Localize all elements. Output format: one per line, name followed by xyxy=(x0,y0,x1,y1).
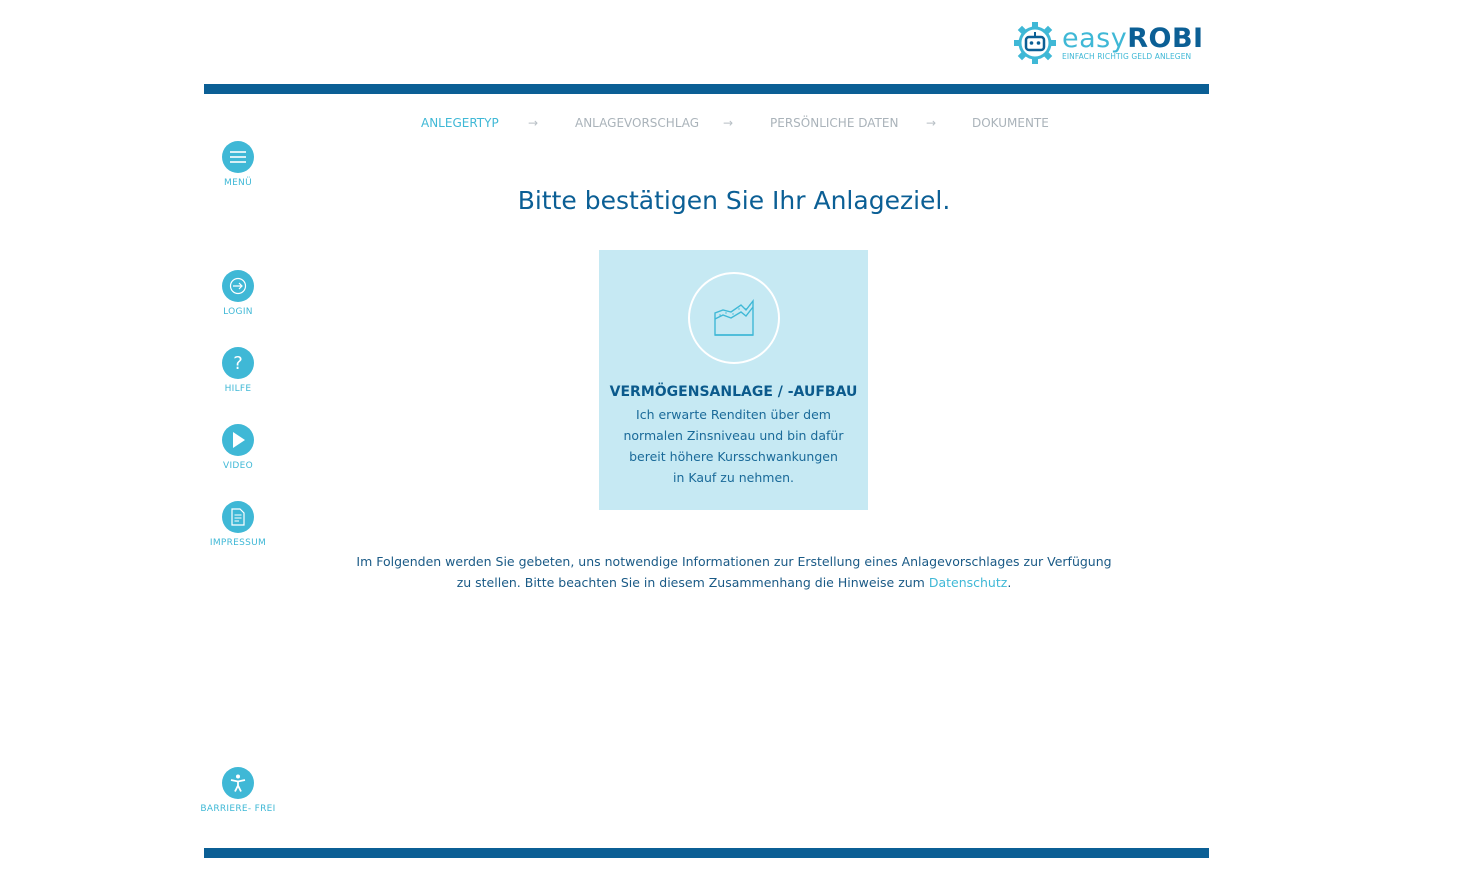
logo[interactable]: easyROBI EINFACH RICHTIG GELD ANLEGEN xyxy=(1012,20,1204,66)
step-anlagevorschlag: ANLAGEVORSCHLAG xyxy=(575,116,700,130)
imprint-button[interactable]: IMPRESSUM xyxy=(198,501,278,548)
growth-chart-icon xyxy=(713,299,754,336)
document-icon xyxy=(222,501,254,533)
info-end: . xyxy=(1007,575,1012,590)
login-icon xyxy=(222,270,254,302)
hamburger-icon xyxy=(222,141,254,173)
login-label: LOGIN xyxy=(223,307,253,317)
step-persoenliche-daten: PERSÖNLICHE DATEN xyxy=(770,116,899,130)
step-dokumente: DOKUMENTE xyxy=(972,116,1049,130)
logo-tagline: EINFACH RICHTIG GELD ANLEGEN xyxy=(1062,52,1192,61)
accessibility-icon xyxy=(222,767,254,799)
play-icon xyxy=(222,424,254,456)
imprint-label: IMPRESSUM xyxy=(209,538,267,548)
robot-gear-icon xyxy=(1014,22,1056,64)
question-glyph: ? xyxy=(233,352,243,374)
video-button[interactable]: VIDEO xyxy=(198,424,278,471)
privacy-link[interactable]: Datenschutz xyxy=(929,575,1008,590)
top-bar xyxy=(204,84,1209,94)
investment-goal-card[interactable]: VERMÖGENSANLAGE / -AUFBAU Ich erwarte Re… xyxy=(599,250,868,510)
login-button[interactable]: LOGIN xyxy=(198,270,278,317)
page-title: Bitte bestätigen Sie Ihr Anlageziel. xyxy=(517,186,951,215)
arrow-right-icon: → xyxy=(723,116,734,130)
help-button[interactable]: ? HILFE xyxy=(198,347,278,394)
logo-text-bold: ROBI xyxy=(1127,23,1204,54)
card-title: VERMÖGENSANLAGE / -AUFBAU xyxy=(609,384,858,400)
arrow-right-icon: → xyxy=(926,116,937,130)
step-anlegertyp[interactable]: ANLEGERTYP xyxy=(421,116,499,130)
accessibility-label: BARRIERE- FREI xyxy=(200,804,276,814)
help-label: HILFE xyxy=(224,384,252,394)
video-label: VIDEO xyxy=(222,461,253,471)
menu-button[interactable]: MENÜ xyxy=(198,141,278,188)
question-icon: ? xyxy=(222,347,254,379)
accessibility-button[interactable]: BARRIERE- FREI xyxy=(198,767,278,814)
info-text: Im Folgenden werden Sie gebeten, uns not… xyxy=(350,551,1118,593)
logo-text-light: easy xyxy=(1062,23,1128,54)
card-description: Ich erwarte Renditen über dem nor­malen … xyxy=(623,407,844,485)
card-icon-circle xyxy=(687,272,780,364)
arrow-right-icon: → xyxy=(528,116,539,130)
bottom-bar xyxy=(204,848,1209,858)
